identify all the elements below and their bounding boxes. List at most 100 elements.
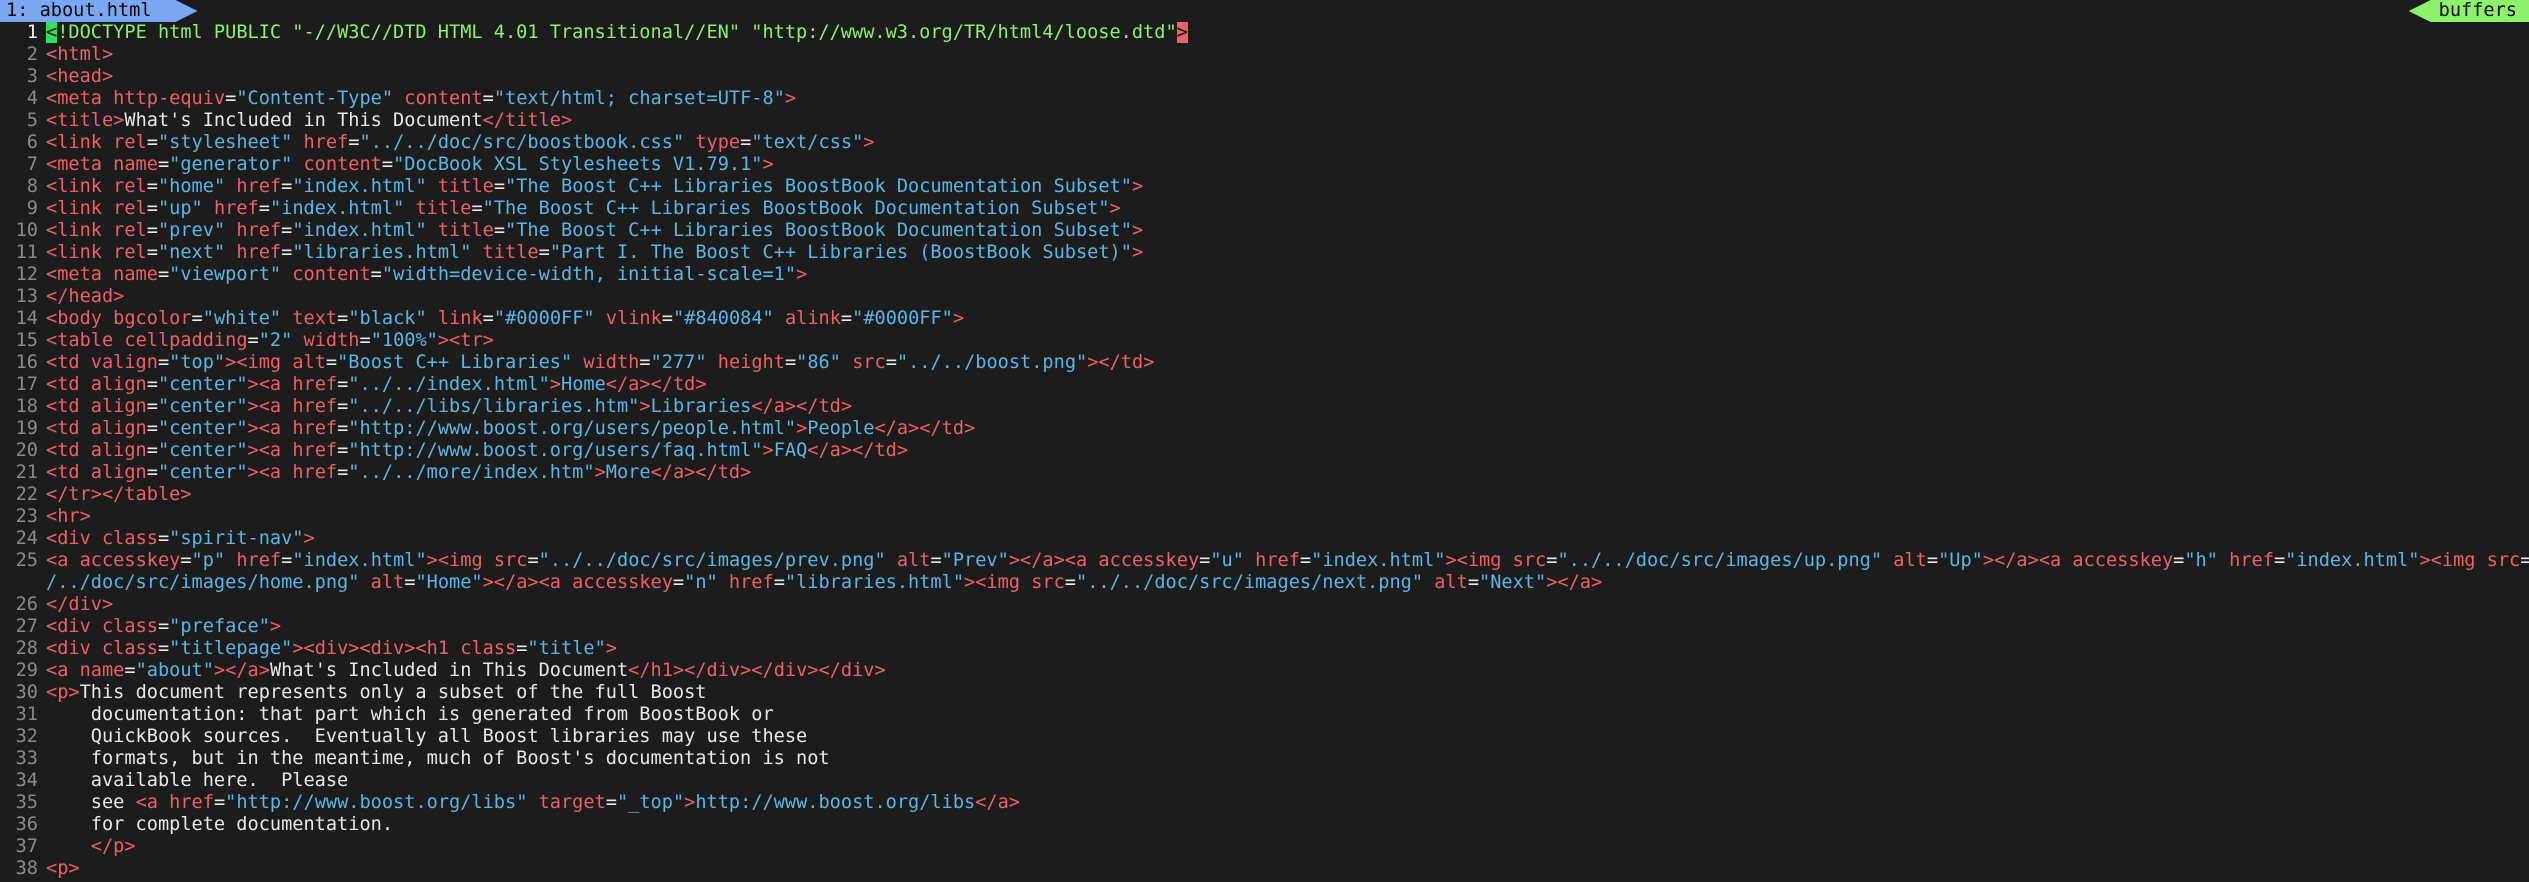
code-line[interactable]: 11 <link rel="next" href="libraries.html"… [0, 242, 2529, 264]
code-text[interactable]: <hr> [46, 506, 2529, 528]
code-line[interactable]: 31 documentation: that part which is gen… [0, 704, 2529, 726]
code-line[interactable]: 12 <meta name="viewport" content="width=d… [0, 264, 2529, 286]
code-line[interactable]: 8 <link rel="home" href="index.html" titl… [0, 176, 2529, 198]
code-text[interactable]: <title>What's Included in This Document<… [46, 110, 2529, 132]
code-text[interactable]: <table cellpadding="2" width="100%"><tr> [46, 330, 2529, 352]
code-text[interactable]: <link rel="stylesheet" href="../../doc/s… [46, 132, 2529, 154]
code-text[interactable]: <body bgcolor="white" text="black" link=… [46, 308, 2529, 330]
code-editor[interactable]: 1 <!DOCTYPE html PUBLIC "-//W3C//DTD HTML… [0, 22, 2529, 880]
code-line[interactable]: 14 <body bgcolor="white" text="black" lin… [0, 308, 2529, 330]
code-text[interactable]: </head> [46, 286, 2529, 308]
token-attr: src [2486, 550, 2521, 571]
token-attr: class [101, 638, 158, 659]
code-text[interactable]: <link rel="prev" href="index.html" title… [46, 220, 2529, 242]
code-line[interactable]: 22 </tr></table> [0, 484, 2529, 506]
token-str: "http://www.boost.org/libs" [225, 792, 528, 813]
code-line[interactable]: 7 <meta name="generator" content="DocBook… [0, 154, 2529, 176]
code-line[interactable]: 37 </p> [0, 836, 2529, 858]
code-text[interactable]: </p> [46, 836, 2529, 858]
token-attr: href [292, 418, 338, 439]
code-text[interactable]: formats, but in the meantime, much of Bo… [46, 748, 2529, 770]
code-text[interactable]: <a name="about"></a>What's Included in T… [46, 660, 2529, 682]
code-line[interactable]: 29 <a name="about"></a>What's Included in… [0, 660, 2529, 682]
code-text[interactable]: </tr></table> [46, 484, 2529, 506]
code-text[interactable]: </div> [46, 594, 2529, 616]
code-text[interactable]: <head> [46, 66, 2529, 88]
code-text[interactable]: <td valign="top"><img alt="Boost C++ Lib… [46, 352, 2529, 374]
code-line[interactable]: 13 </head> [0, 286, 2529, 308]
code-text[interactable]: see <a href="http://www.boost.org/libs" … [46, 792, 2529, 814]
code-text[interactable]: <!DOCTYPE html PUBLIC "-//W3C//DTD HTML … [46, 22, 2529, 44]
token-str: "../../index.html" [348, 374, 550, 395]
code-text[interactable]: <meta name="viewport" content="width=dev… [46, 264, 2529, 286]
line-number: 27 [15, 616, 38, 637]
code-line[interactable]: 35 see <a href="http://www.boost.org/lib… [0, 792, 2529, 814]
code-text[interactable]: available here. Please [46, 770, 2529, 792]
code-line[interactable]: 4 <meta http-equiv="Content-Type" content… [0, 88, 2529, 110]
token-txt: = [146, 462, 158, 483]
code-line[interactable]: 9 <link rel="up" href="index.html" title=… [0, 198, 2529, 220]
code-line[interactable]: 3 <head> [0, 66, 2529, 88]
token-str: "Content-Type" [236, 88, 394, 109]
code-line[interactable]: 38 <p> [0, 858, 2529, 880]
line-number: 23 [15, 506, 38, 527]
code-text[interactable]: <td align="center"><a href="../../libs/l… [46, 396, 2529, 418]
token-tag: ><img [1445, 550, 1513, 571]
code-text[interactable]: <link rel="next" href="libraries.html" t… [46, 242, 2529, 264]
line-number: 7 [26, 154, 38, 175]
code-text[interactable]: <td align="center"><a href="http://www.b… [46, 418, 2529, 440]
code-text[interactable]: QuickBook sources. Eventually all Boost … [46, 726, 2529, 748]
code-line[interactable]: 15 <table cellpadding="2" width="100%"><t… [0, 330, 2529, 352]
token-attr: accesskey [79, 550, 181, 571]
token-txt: = [146, 374, 158, 395]
token-str: "title" [527, 638, 606, 659]
code-text[interactable]: <html> [46, 44, 2529, 66]
code-line[interactable]: /../doc/src/images/home.png" alt="Home">… [0, 572, 2529, 594]
code-line[interactable]: 2 <html> [0, 44, 2529, 66]
code-line[interactable]: 16 <td valign="top"><img alt="Boost C++ L… [0, 352, 2529, 374]
code-line[interactable]: 19 <td align="center"><a href="http://www… [0, 418, 2529, 440]
tabline: 1: about.html buffers [0, 0, 2529, 22]
code-text[interactable]: <td align="center"><a href="http://www.b… [46, 440, 2529, 462]
code-line[interactable]: 25 <a accesskey="p" href="index.html"><im… [0, 550, 2529, 572]
code-line[interactable]: 21 <td align="center"><a href="../../more… [0, 462, 2529, 484]
code-text[interactable]: <div class="preface"> [46, 616, 2529, 638]
code-text[interactable]: <meta http-equiv="Content-Type" content=… [46, 88, 2529, 110]
code-line[interactable]: 27 <div class="preface"> [0, 616, 2529, 638]
token-str: "center" [157, 374, 248, 395]
code-line[interactable]: 33 formats, but in the meantime, much of… [0, 748, 2529, 770]
code-text[interactable]: <meta name="generator" content="DocBook … [46, 154, 2529, 176]
code-line[interactable]: 30 <p>This document represents only a sub… [0, 682, 2529, 704]
token-attr: href [292, 462, 338, 483]
code-line[interactable]: 5 <title>What's Included in This Document… [0, 110, 2529, 132]
code-text[interactable]: <td align="center"><a href="../../index.… [46, 374, 2529, 396]
code-line[interactable]: 28 <div class="titlepage"><div><div><h1 c… [0, 638, 2529, 660]
code-text[interactable]: <a accesskey="p" href="index.html"><img … [46, 550, 2529, 572]
code-text[interactable]: <link rel="home" href="index.html" title… [46, 176, 2529, 198]
code-line[interactable]: 6 <link rel="stylesheet" href="../../doc/… [0, 132, 2529, 154]
token-str: "libraries.html" [292, 242, 472, 263]
code-text[interactable]: <td align="center"><a href="../../more/i… [46, 462, 2529, 484]
token-txt: = [404, 572, 416, 593]
code-line[interactable]: 10 <link rel="prev" href="index.html" tit… [0, 220, 2529, 242]
code-text[interactable]: <p> [46, 858, 2529, 880]
tab-about-html[interactable]: 1: about.html [0, 0, 198, 22]
code-line[interactable]: 32 QuickBook sources. Eventually all Boo… [0, 726, 2529, 748]
code-text[interactable]: documentation: that part which is genera… [46, 704, 2529, 726]
code-line[interactable]: 20 <td align="center"><a href="http://www… [0, 440, 2529, 462]
code-text[interactable]: <div class="spirit-nav"> [46, 528, 2529, 550]
buffers-indicator: buffers [2408, 0, 2529, 22]
code-line[interactable]: 26 </div> [0, 594, 2529, 616]
code-text[interactable]: <p>This document represents only a subse… [46, 682, 2529, 704]
code-line[interactable]: 36 for complete documentation. [0, 814, 2529, 836]
code-line[interactable]: 1 <!DOCTYPE html PUBLIC "-//W3C//DTD HTML… [0, 22, 2529, 44]
code-line[interactable]: 34 available here. Please [0, 770, 2529, 792]
code-line[interactable]: 18 <td align="center"><a href="../../libs… [0, 396, 2529, 418]
code-text[interactable]: <link rel="up" href="index.html" title="… [46, 198, 2529, 220]
code-text[interactable]: /../doc/src/images/home.png" alt="Home">… [46, 572, 2529, 594]
code-text[interactable]: <div class="titlepage"><div><div><h1 cla… [46, 638, 2529, 660]
code-text[interactable]: for complete documentation. [46, 814, 2529, 836]
code-line[interactable]: 17 <td align="center"><a href="../../inde… [0, 374, 2529, 396]
code-line[interactable]: 24 <div class="spirit-nav"> [0, 528, 2529, 550]
code-line[interactable]: 23 <hr> [0, 506, 2529, 528]
